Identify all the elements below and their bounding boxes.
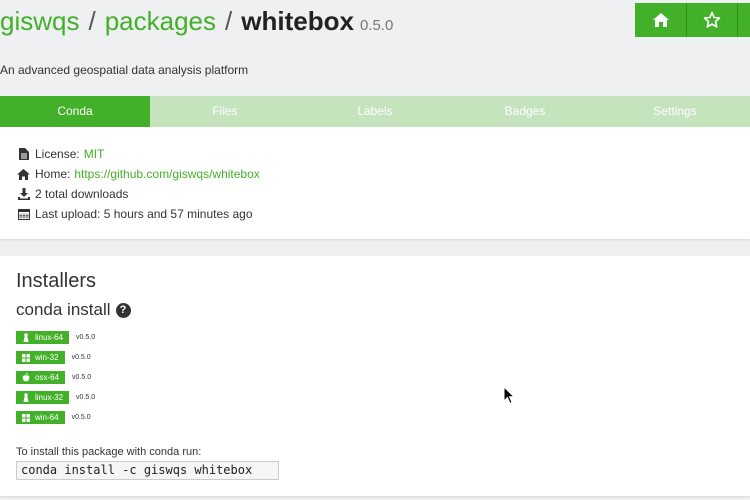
linux-icon — [21, 333, 30, 342]
platform-name: linux-64 — [35, 333, 64, 342]
installers-panel: Installers conda install ? linux-64 v0.5… — [0, 256, 750, 496]
breadcrumb-separator: / — [88, 6, 96, 36]
breadcrumb-separator: / — [225, 6, 233, 36]
platform-name: linux-32 — [35, 393, 64, 402]
license-label: License: — [35, 147, 80, 161]
license-row: License: MIT — [17, 146, 104, 162]
platform-version: v0.5.0 — [76, 334, 96, 341]
breadcrumb: giswqs / packages / whitebox 0.5.0 — [0, 4, 393, 38]
download-icon — [17, 187, 30, 201]
homepage-link[interactable]: https://github.com/giswqs/whitebox — [74, 167, 259, 181]
platform-name: osx-64 — [35, 373, 60, 382]
platform-badge[interactable]: win-32 — [16, 351, 65, 364]
windows-icon — [21, 353, 30, 362]
upload-row: Last upload: 5 hours and 57 minutes ago — [17, 206, 253, 222]
platform-badge[interactable]: linux-32 — [16, 391, 70, 404]
package-name: whitebox — [241, 6, 354, 36]
platform-name: win-32 — [35, 353, 59, 362]
tab-badges[interactable]: Badges — [450, 96, 600, 127]
conda-install-label: conda install — [16, 300, 111, 319]
file-icon — [17, 147, 30, 161]
platform-version: v0.5.0 — [71, 414, 91, 421]
tab-files[interactable]: Files — [150, 96, 300, 127]
platform-row: linux-32 v0.5.0 — [16, 391, 95, 404]
star-button[interactable] — [686, 3, 737, 37]
header-actions — [635, 3, 750, 37]
packages-link[interactable]: packages — [105, 4, 216, 38]
platform-name: win-64 — [35, 413, 59, 422]
question-circle-icon[interactable]: ? — [115, 302, 131, 318]
installers-heading: Installers — [16, 270, 97, 292]
tab-labels[interactable]: Labels — [300, 96, 450, 127]
package-tabs: Conda Files Labels Badges Settings — [0, 96, 750, 127]
more-actions-button[interactable] — [737, 3, 750, 37]
windows-icon — [21, 413, 30, 422]
package-summary: An advanced geospatial data analysis pla… — [0, 63, 249, 77]
platform-row: win-32 v0.5.0 — [16, 351, 91, 364]
platform-badge[interactable]: osx-64 — [16, 371, 66, 384]
tab-conda[interactable]: Conda — [0, 96, 150, 127]
platform-version: v0.5.0 — [71, 354, 91, 361]
license-link[interactable]: MIT — [84, 147, 105, 161]
home-icon — [17, 167, 30, 181]
platform-row: linux-64 v0.5.0 — [16, 331, 95, 344]
last-upload: Last upload: 5 hours and 57 minutes ago — [35, 207, 253, 221]
platform-badge[interactable]: linux-64 — [16, 331, 70, 344]
star-icon — [703, 11, 721, 28]
mouse-cursor-icon — [503, 386, 515, 405]
platform-version: v0.5.0 — [72, 374, 92, 381]
apple-icon — [21, 373, 30, 382]
calendar-icon — [17, 207, 30, 221]
tab-settings[interactable]: Settings — [600, 96, 750, 127]
home-button[interactable] — [635, 3, 686, 37]
platform-row: win-64 v0.5.0 — [16, 411, 91, 424]
platform-row: osx-64 v0.5.0 — [16, 371, 91, 384]
install-instructions: To install this package with conda run: — [16, 446, 202, 458]
linux-icon — [21, 393, 30, 402]
downloads-count: 2 total downloads — [35, 187, 129, 201]
install-command[interactable]: conda install -c giswqs whitebox — [16, 461, 279, 480]
home-icon — [652, 13, 669, 27]
home-row: Home: https://github.com/giswqs/whitebox — [17, 166, 260, 182]
home-label: Home: — [35, 167, 71, 181]
downloads-row: 2 total downloads — [17, 186, 128, 202]
package-info-panel: License: MIT Home: https://github.com/gi… — [0, 127, 750, 239]
platform-version: v0.5.0 — [76, 394, 96, 401]
owner-link[interactable]: giswqs — [0, 4, 79, 38]
platform-badge[interactable]: win-64 — [16, 411, 65, 424]
package-version: 0.5.0 — [359, 17, 394, 34]
conda-install-heading: conda install ? — [16, 300, 131, 320]
